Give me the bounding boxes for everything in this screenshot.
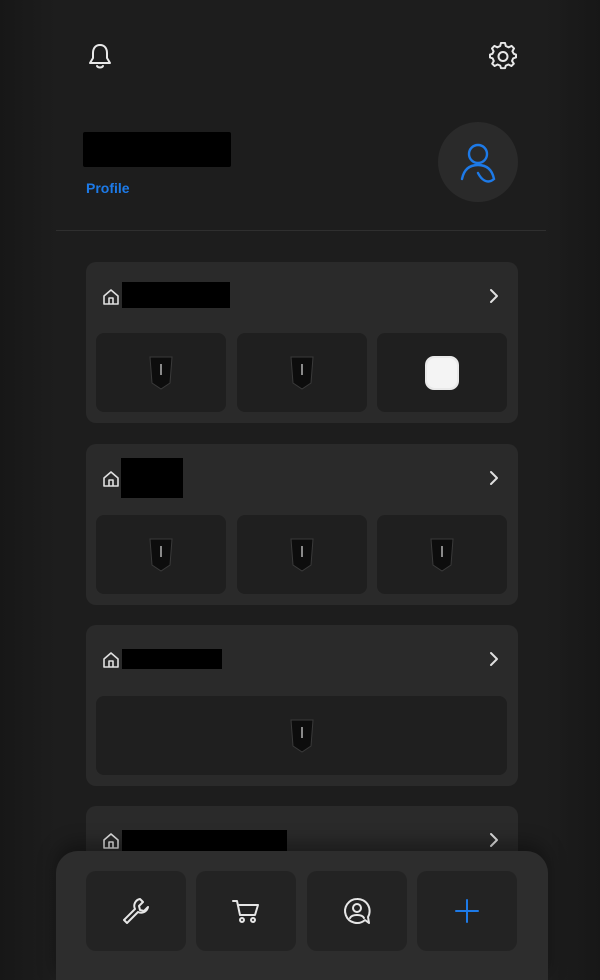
wallbox-charger-icon <box>289 719 314 753</box>
site-card <box>86 625 518 786</box>
chevron-right-icon <box>490 471 498 485</box>
wallbox-charger-icon <box>290 356 314 390</box>
add-button[interactable] <box>417 871 517 951</box>
site-card <box>86 262 518 423</box>
site-name-redacted <box>122 830 287 852</box>
home-icon <box>103 652 119 668</box>
divider <box>56 230 546 231</box>
chevron-right-icon <box>490 289 498 303</box>
home-icon <box>103 289 119 305</box>
site-card-header[interactable] <box>86 625 518 691</box>
device-tile[interactable] <box>96 515 226 594</box>
wallbox-charger-icon <box>149 356 173 390</box>
site-card <box>86 444 518 605</box>
home-icon <box>103 833 119 849</box>
site-name-redacted <box>121 458 183 498</box>
site-name-redacted <box>122 649 222 669</box>
avatar[interactable] <box>438 122 518 202</box>
support-chat-icon <box>344 897 371 924</box>
notifications-button[interactable] <box>82 38 118 74</box>
support-button[interactable] <box>307 871 407 951</box>
site-card-header[interactable] <box>86 262 518 328</box>
home-icon <box>103 471 119 487</box>
device-tile[interactable] <box>96 333 226 412</box>
wrench-icon <box>123 898 149 924</box>
cart-icon <box>232 900 259 923</box>
site-name-redacted <box>122 282 230 308</box>
device-tile[interactable] <box>237 333 367 412</box>
chevron-right-icon <box>490 652 498 666</box>
user-name-redacted <box>83 132 231 167</box>
wallbox-charger-icon <box>430 538 454 572</box>
wallbox-charger-icon <box>290 538 314 572</box>
shop-button[interactable] <box>196 871 296 951</box>
device-tile[interactable] <box>377 515 507 594</box>
device-tile[interactable] <box>377 333 507 412</box>
page: Profile <box>0 0 600 980</box>
white-hub-device-icon <box>425 355 459 390</box>
bottom-nav <box>56 851 548 980</box>
device-tile[interactable] <box>237 515 367 594</box>
settings-button[interactable] <box>485 38 521 74</box>
gear-icon <box>489 42 517 70</box>
plus-icon <box>455 899 479 923</box>
wallbox-charger-icon <box>149 538 173 572</box>
chevron-right-icon <box>490 833 498 847</box>
tools-button[interactable] <box>86 871 186 951</box>
device-tile[interactable] <box>96 696 507 775</box>
bell-icon <box>89 44 111 69</box>
user-icon <box>460 143 496 183</box>
profile-link[interactable]: Profile <box>86 180 130 196</box>
site-card-header[interactable] <box>86 444 518 510</box>
